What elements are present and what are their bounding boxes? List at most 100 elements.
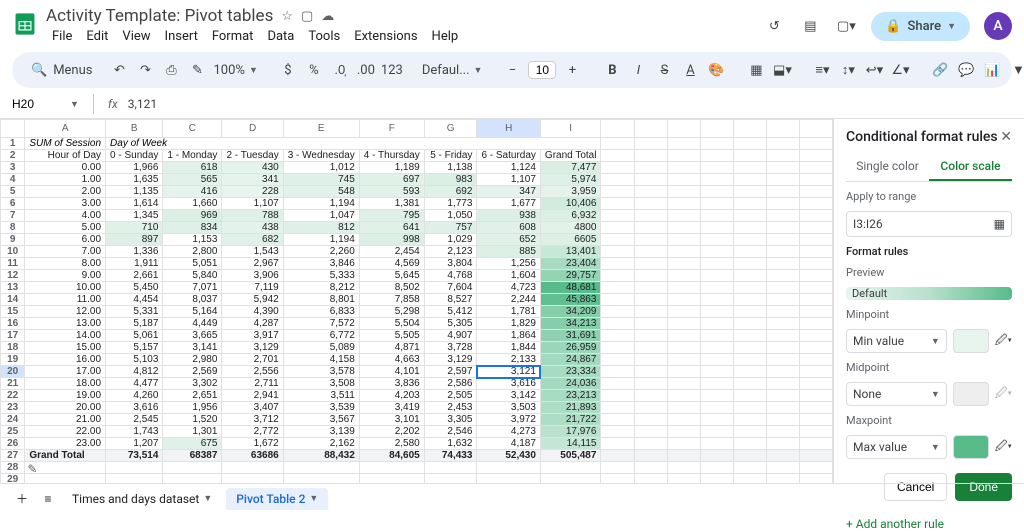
grand-total-cell[interactable]: 505,487: [540, 450, 601, 462]
menu-edit[interactable]: Edit: [80, 27, 114, 46]
cloud-status-icon[interactable]: ☁: [321, 9, 334, 24]
cell[interactable]: 1,672: [222, 438, 283, 450]
cell[interactable]: 4,273: [477, 426, 540, 438]
cell[interactable]: 10.00: [25, 282, 106, 294]
cell[interactable]: 2,701: [222, 354, 283, 366]
format-icon[interactable]: 🖉▾: [995, 331, 1012, 352]
cell[interactable]: 3,139: [283, 426, 359, 438]
tab-single-color[interactable]: Single color: [846, 153, 929, 181]
menu-search[interactable]: 🔍Menus: [24, 60, 104, 81]
cell[interactable]: 347: [477, 186, 540, 198]
cell[interactable]: 652: [477, 234, 540, 246]
cell[interactable]: 1,604: [477, 270, 540, 282]
row-header[interactable]: 18: [1, 342, 25, 354]
cell[interactable]: 7,119: [222, 282, 283, 294]
cell[interactable]: 20.00: [25, 402, 106, 414]
cell[interactable]: 608: [477, 222, 540, 234]
cell[interactable]: 17.00: [25, 366, 106, 378]
cell[interactable]: 5,504: [359, 318, 424, 330]
cell[interactable]: 3,616: [106, 402, 163, 414]
cell[interactable]: 2.00: [25, 186, 106, 198]
col-header[interactable]: [667, 120, 700, 138]
cell[interactable]: 710: [106, 222, 163, 234]
row-header[interactable]: 29: [1, 474, 25, 484]
cell[interactable]: 3,616: [477, 378, 540, 390]
cell[interactable]: 4,768: [424, 270, 477, 282]
cell[interactable]: 7.00: [25, 246, 106, 258]
row-header[interactable]: 25: [1, 426, 25, 438]
move-icon[interactable]: ▢: [301, 9, 313, 24]
cell[interactable]: 788: [222, 210, 283, 222]
cell[interactable]: 0.00: [25, 162, 106, 174]
col-header[interactable]: G: [424, 120, 477, 138]
menu-data[interactable]: Data: [261, 27, 300, 46]
cell[interactable]: 2,711: [222, 378, 283, 390]
row-header[interactable]: 22: [1, 390, 25, 402]
paint-format-button[interactable]: ✎: [188, 59, 208, 82]
cell[interactable]: 19.00: [25, 390, 106, 402]
cell[interactable]: 34,213: [540, 318, 601, 330]
cell[interactable]: 1,029: [424, 234, 477, 246]
cell[interactable]: 5,505: [359, 330, 424, 342]
increase-font-button[interactable]: +: [562, 59, 582, 82]
cell[interactable]: 682: [222, 234, 283, 246]
cell[interactable]: 3,141: [163, 342, 222, 354]
cell[interactable]: 3,836: [359, 378, 424, 390]
redo-button[interactable]: ↷: [136, 59, 156, 82]
cell[interactable]: 1,256: [477, 258, 540, 270]
cell[interactable]: 1,207: [106, 438, 163, 450]
cell[interactable]: 2,202: [359, 426, 424, 438]
grand-total-cell[interactable]: 52,430: [477, 450, 540, 462]
cell[interactable]: 1,660: [163, 198, 222, 210]
cell[interactable]: 438: [222, 222, 283, 234]
cell[interactable]: 8.00: [25, 258, 106, 270]
row-header[interactable]: 15: [1, 306, 25, 318]
comments-icon[interactable]: ▤: [799, 15, 821, 37]
col-header[interactable]: [700, 120, 733, 138]
cell[interactable]: 4,569: [359, 258, 424, 270]
col-header[interactable]: [1, 120, 25, 138]
cell[interactable]: 2,505: [424, 390, 477, 402]
star-icon[interactable]: ☆: [281, 9, 293, 24]
cell[interactable]: 15.00: [25, 342, 106, 354]
row-header[interactable]: 8: [1, 222, 25, 234]
cell[interactable]: 416: [163, 186, 222, 198]
cell[interactable]: 2,556: [222, 366, 283, 378]
sheets-logo[interactable]: [12, 11, 38, 41]
cell[interactable]: 2,454: [359, 246, 424, 258]
cell[interactable]: 969: [163, 210, 222, 222]
formula-bar[interactable]: 3,121: [128, 97, 157, 111]
cell[interactable]: 1,345: [106, 210, 163, 222]
valign-button[interactable]: ↕▾: [838, 58, 858, 82]
cell[interactable]: 3,142: [477, 390, 540, 402]
cell[interactable]: 1.00: [25, 174, 106, 186]
cell[interactable]: 5,164: [163, 306, 222, 318]
close-icon[interactable]: ✕: [1000, 129, 1012, 145]
cell[interactable]: 1,844: [477, 342, 540, 354]
cell[interactable]: 4,663: [359, 354, 424, 366]
merge-button[interactable]: ⬓▾: [772, 59, 792, 82]
cell[interactable]: 341: [222, 174, 283, 186]
cell[interactable]: 3,101: [359, 414, 424, 426]
increase-decimal-button[interactable]: .00: [356, 59, 376, 82]
menu-file[interactable]: File: [46, 27, 78, 46]
cell[interactable]: 8,801: [283, 294, 359, 306]
cell[interactable]: 6,772: [283, 330, 359, 342]
comment-button[interactable]: 💬: [956, 59, 976, 82]
account-avatar[interactable]: A: [984, 12, 1012, 40]
cell[interactable]: 8,212: [283, 282, 359, 294]
tab-color-scale[interactable]: Color scale: [929, 153, 1012, 181]
cell[interactable]: 8,037: [163, 294, 222, 306]
cell[interactable]: 675: [163, 438, 222, 450]
cell[interactable]: 1,911: [106, 258, 163, 270]
cell[interactable]: 5,305: [424, 318, 477, 330]
cell[interactable]: 3,503: [477, 402, 540, 414]
cell[interactable]: 1,107: [477, 174, 540, 186]
more-formats-button[interactable]: 123: [382, 59, 402, 82]
col-header[interactable]: [733, 120, 766, 138]
cell[interactable]: 4,203: [359, 390, 424, 402]
cell[interactable]: 14.00: [25, 330, 106, 342]
cell[interactable]: 2,569: [163, 366, 222, 378]
cell[interactable]: 1,773: [424, 198, 477, 210]
cell[interactable]: 4800: [540, 222, 601, 234]
